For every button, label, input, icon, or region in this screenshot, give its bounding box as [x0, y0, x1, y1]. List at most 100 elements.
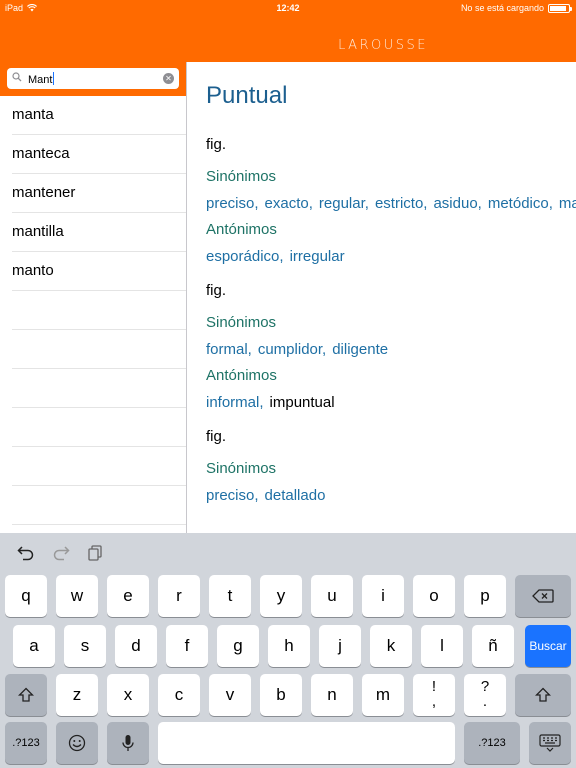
synonym-list: preciso, detallado	[206, 484, 570, 507]
key-y[interactable]: y	[260, 575, 302, 617]
list-item[interactable]: mantener	[12, 174, 186, 213]
key-q[interactable]: q	[5, 575, 47, 617]
keyboard-hide-icon	[539, 734, 561, 752]
search-input[interactable]: Mant ✕	[7, 68, 179, 89]
synonym-link[interactable]: detallado	[265, 487, 326, 504]
shift-right-key[interactable]	[515, 674, 571, 716]
key-o[interactable]: o	[413, 575, 455, 617]
key-h[interactable]: h	[268, 625, 310, 667]
sense-label: fig.	[206, 282, 227, 299]
search-value: Mant	[28, 74, 53, 86]
synonym-link[interactable]: preciso,	[206, 487, 259, 504]
empty-row	[12, 291, 186, 330]
list-item[interactable]: manteca	[12, 135, 186, 174]
dictation-key[interactable]	[107, 722, 149, 764]
status-bar: iPad 12:42 No se está cargando	[0, 0, 576, 16]
key-u[interactable]: u	[311, 575, 353, 617]
clear-search-icon[interactable]: ✕	[163, 73, 174, 84]
emoji-icon	[68, 734, 86, 752]
key-m[interactable]: m	[362, 674, 404, 716]
synonyms-label: Sinónimos	[206, 314, 277, 331]
redo-icon[interactable]	[51, 542, 71, 562]
numbers-key-right[interactable]: .?123	[464, 722, 520, 764]
synonym-link[interactable]: exacto,	[265, 195, 313, 212]
search-bar: Mant ✕	[0, 62, 186, 96]
key-w[interactable]: w	[56, 575, 98, 617]
empty-row	[12, 408, 186, 447]
key-k[interactable]: k	[370, 625, 412, 667]
paste-icon[interactable]	[86, 542, 106, 562]
entry-title: Puntual	[206, 82, 288, 109]
battery-fill	[550, 5, 567, 11]
synonym-link[interactable]: diligente	[332, 341, 388, 358]
emoji-key[interactable]	[56, 722, 98, 764]
list-item[interactable]: manto	[12, 252, 186, 291]
word-list: manta manteca mantener mantilla manto	[0, 96, 186, 525]
list-item[interactable]: manta	[12, 96, 186, 135]
backspace-key[interactable]	[515, 575, 571, 617]
key-e[interactable]: e	[107, 575, 149, 617]
battery-icon	[548, 3, 572, 13]
key-r[interactable]: r	[158, 575, 200, 617]
key-p[interactable]: p	[464, 575, 506, 617]
key-t[interactable]: t	[209, 575, 251, 617]
key-question-period[interactable]: ? .	[464, 674, 506, 716]
synonym-link[interactable]: metódico,	[488, 195, 553, 212]
larousse-logo: LAROUSSE	[338, 38, 428, 53]
antonym-link[interactable]: irregular	[290, 248, 345, 265]
microphone-icon	[122, 735, 134, 751]
onscreen-keyboard: q w e r t y u i o p a s d f g h j k l ñ …	[0, 533, 576, 768]
key-n[interactable]: n	[311, 674, 353, 716]
search-key[interactable]: Buscar	[525, 625, 571, 667]
hide-keyboard-key[interactable]	[529, 722, 571, 764]
backspace-icon	[532, 589, 554, 603]
antonym-text: impuntual	[269, 394, 335, 411]
empty-row	[12, 369, 186, 408]
entry-pane: Puntual fig. Sinónimos preciso, exacto, re…	[188, 62, 576, 533]
numbers-key-left[interactable]: .?123	[5, 722, 47, 764]
shift-icon	[17, 687, 35, 702]
space-bar[interactable]	[158, 722, 455, 764]
antonyms-label: Antónimos	[206, 367, 277, 384]
synonym-link[interactable]: preciso,	[206, 195, 259, 212]
key-g[interactable]: g	[217, 625, 259, 667]
synonym-link[interactable]: estricto,	[375, 195, 428, 212]
antonym-link[interactable]: esporádico,	[206, 248, 284, 265]
key-z[interactable]: z	[56, 674, 98, 716]
key-s[interactable]: s	[64, 625, 106, 667]
key-f[interactable]: f	[166, 625, 208, 667]
shift-left-key[interactable]	[5, 674, 47, 716]
text-cursor	[53, 72, 55, 85]
key-exclamation-comma[interactable]: ! ,	[413, 674, 455, 716]
list-item[interactable]: mantilla	[12, 213, 186, 252]
synonym-list: preciso, exacto, regular, estricto, asiduo, m…	[206, 192, 576, 215]
undo-icon[interactable]	[16, 542, 36, 562]
synonym-list: formal, cumplidor, diligente	[206, 338, 570, 361]
key-l[interactable]: l	[421, 625, 463, 667]
antonym-link[interactable]: informal,	[206, 394, 264, 411]
key-j[interactable]: j	[319, 625, 361, 667]
synonyms-label: Sinónimos	[206, 460, 277, 477]
key-d[interactable]: d	[115, 625, 157, 667]
entry-body: fig. Sinónimos preciso, exacto, regular, es…	[206, 136, 576, 513]
key-v[interactable]: v	[209, 674, 251, 716]
key-enye[interactable]: ñ	[472, 625, 514, 667]
empty-row	[12, 486, 186, 525]
antonym-list: esporádico, irregular	[206, 245, 570, 268]
key-b[interactable]: b	[260, 674, 302, 716]
key-a[interactable]: a	[13, 625, 55, 667]
synonym-link[interactable]: cumplidor,	[258, 341, 326, 358]
synonym-link[interactable]: formal,	[206, 341, 252, 358]
charging-status: No se está cargando	[460, 3, 544, 13]
sense-label: fig.	[206, 136, 227, 153]
synonym-link[interactable]: regular,	[319, 195, 369, 212]
key-c[interactable]: c	[158, 674, 200, 716]
word-list-pane: Mant ✕ manta manteca mantener mantilla m…	[0, 62, 187, 533]
synonym-link[interactable]: matemático,	[559, 195, 576, 212]
synonym-link[interactable]: asiduo,	[433, 195, 481, 212]
search-icon	[12, 72, 22, 82]
key-x[interactable]: x	[107, 674, 149, 716]
antonyms-label: Antónimos	[206, 221, 277, 238]
empty-row	[12, 447, 186, 486]
key-i[interactable]: i	[362, 575, 404, 617]
